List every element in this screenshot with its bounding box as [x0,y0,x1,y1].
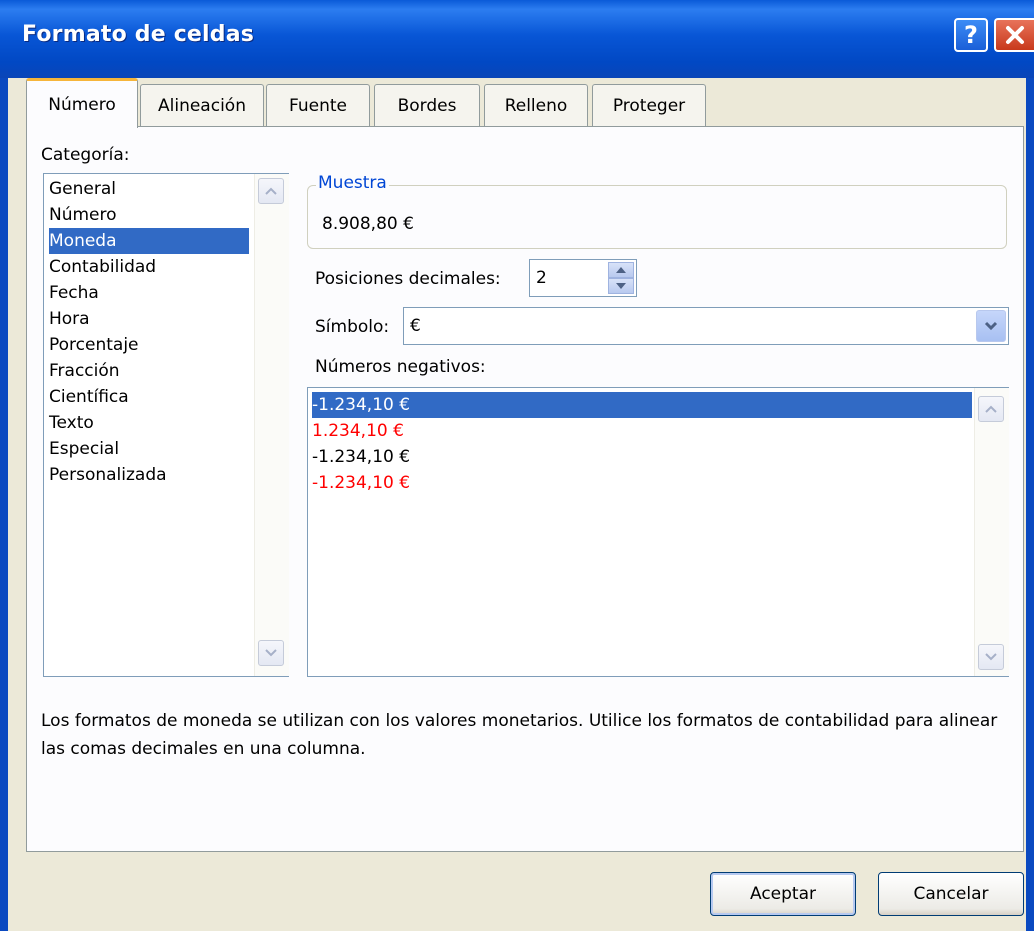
category-label: Categoría: [41,145,130,165]
category-item-fecha[interactable]: Fecha [49,280,249,306]
window-title: Formato de celdas [22,22,255,47]
tab-label: Relleno [504,95,568,116]
tab-relleno[interactable]: Relleno [484,84,588,126]
window-frame-left [0,78,8,931]
close-icon [1006,26,1024,44]
category-item-moneda[interactable]: Moneda [49,228,249,254]
symbol-dropdown-button[interactable] [976,310,1006,342]
category-item-texto[interactable]: Texto [49,410,249,436]
chevron-down-icon [985,653,997,661]
category-item-hora[interactable]: Hora [49,306,249,332]
sample-legend: Muestra [316,173,389,193]
tab-label: Fuente [289,95,347,116]
triangle-up-icon [616,267,626,273]
scroll-up-button[interactable] [258,178,284,204]
category-item-porcentaje[interactable]: Porcentaje [49,332,249,358]
cancel-button[interactable]: Cancelar [878,872,1024,916]
tab-bordes[interactable]: Bordes [374,84,480,126]
sample-value: 8.908,80 € [322,214,414,234]
window-frame-right [1026,78,1034,931]
tab-label: Proteger [612,95,686,116]
symbol-label: Símbolo: [315,317,390,337]
category-item-fraccion[interactable]: Fracción [49,358,249,384]
tab-proteger[interactable]: Proteger [592,84,706,126]
tab-alineacion[interactable]: Alineación [140,84,264,126]
decimals-value: 2 [536,268,547,288]
tab-label: Bordes [397,95,457,116]
category-item-personalizada[interactable]: Personalizada [49,462,249,488]
negative-format-item[interactable]: -1.234,10 € [312,392,972,418]
symbol-value: € [410,316,421,336]
help-button[interactable]: ? [954,18,988,52]
scroll-down-button[interactable] [258,640,284,666]
chevron-up-icon [265,187,277,195]
tab-panel-numero: Categoría: General Número Moneda Contabi… [26,126,1024,852]
category-item-general[interactable]: General [49,176,249,202]
scroll-down-button[interactable] [978,644,1004,670]
negatives-label: Números negativos: [315,357,486,377]
scroll-up-button[interactable] [978,396,1004,422]
category-item-contabilidad[interactable]: Contabilidad [49,254,249,280]
tab-fuente[interactable]: Fuente [266,84,370,126]
tab-label: Alineación [158,95,246,116]
category-list[interactable]: General Número Moneda Contabilidad Fecha… [43,173,289,677]
accept-button[interactable]: Aceptar [710,872,856,916]
negatives-list[interactable]: -1.234,10 € 1.234,10 € -1.234,10 € -1.23… [307,387,1009,677]
negative-format-item[interactable]: 1.234,10 € [312,418,972,444]
chevron-down-icon [984,321,998,331]
sample-group: Muestra 8.908,80 € [307,173,1007,249]
chevron-up-icon [985,405,997,413]
spinner-buttons [608,262,634,294]
spin-up-button[interactable] [608,262,634,278]
category-scrollbar[interactable] [254,174,289,676]
tab-label: Número [48,94,116,115]
decimals-label: Posiciones decimales: [315,269,501,289]
format-description: Los formatos de moneda se utilizan con l… [41,711,998,759]
spin-down-button[interactable] [608,278,634,294]
tab-numero[interactable]: Número [26,78,138,128]
chevron-down-icon [265,649,277,657]
category-item-numero[interactable]: Número [49,202,249,228]
close-button[interactable] [994,18,1034,52]
title-bar: Formato de celdas ? [0,0,1034,78]
negative-format-item[interactable]: -1.234,10 € [312,470,972,496]
negatives-scrollbar[interactable] [974,388,1009,676]
negative-format-item[interactable]: -1.234,10 € [312,444,972,470]
decimals-spinner[interactable]: 2 [529,259,637,297]
symbol-select[interactable]: € [403,307,1009,345]
category-item-especial[interactable]: Especial [49,436,249,462]
category-item-cientifica[interactable]: Científica [49,384,249,410]
triangle-down-icon [616,283,626,289]
